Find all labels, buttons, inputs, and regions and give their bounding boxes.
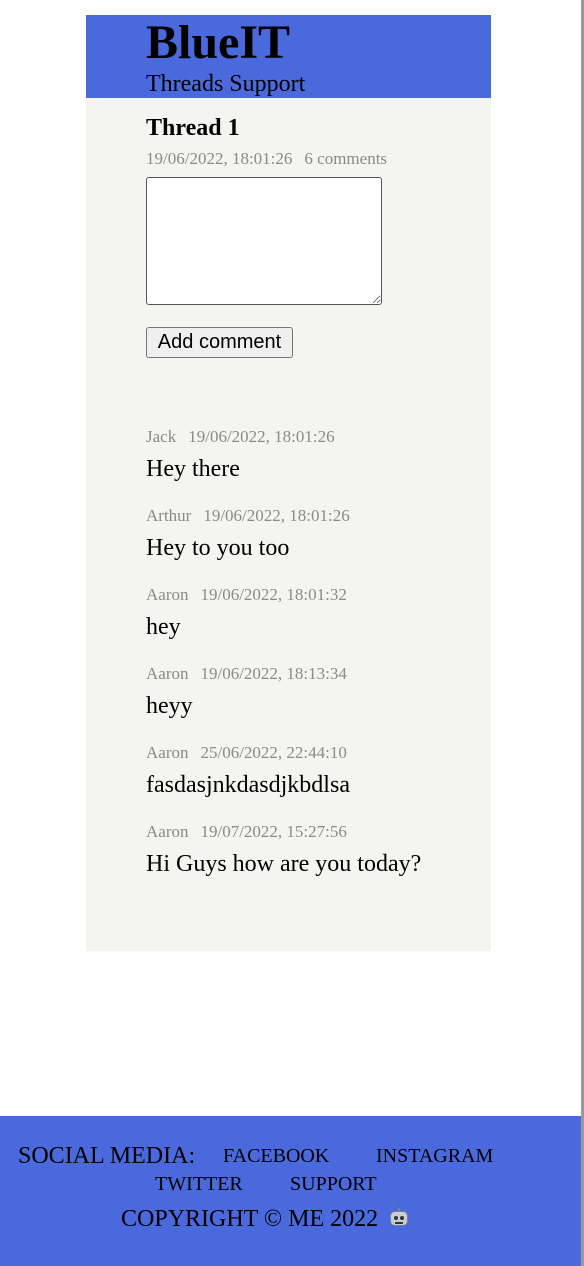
comment-meta: Aaron 19/06/2022, 18:13:34	[146, 664, 347, 684]
site-subtitle: Threads Support	[146, 71, 306, 97]
thread-comment-count: 6 comments	[304, 149, 388, 168]
comment-item: Jack 19/06/2022, 18:01:26 Hey there	[146, 427, 486, 506]
comment-text: fasdasjnkdasdjkbdlsa	[146, 772, 350, 798]
copyright-text: COPYRIGHT © ME 2022	[121, 1206, 379, 1232]
comment-item: Arthur 19/06/2022, 18:01:26 Hey to you to…	[146, 506, 486, 585]
comment-meta: Aaron 19/06/2022, 18:01:32	[146, 585, 347, 605]
comment-item: Aaron 19/07/2022, 15:27:56 Hi Guys how ar…	[146, 822, 486, 901]
comment-meta: Jack 19/06/2022, 18:01:26	[146, 427, 335, 447]
facebook-link[interactable]: FACEBOOK	[223, 1144, 329, 1168]
comment-author: Aaron	[146, 822, 189, 841]
comment-author: Arthur	[146, 506, 192, 525]
comment-item: Aaron 19/06/2022, 18:13:34 heyy	[146, 664, 486, 743]
robot-icon	[388, 1204, 410, 1228]
comment-meta: Aaron 25/06/2022, 22:44:10	[146, 743, 347, 763]
social-media-label: SOCIAL MEDIA:	[18, 1143, 196, 1169]
comment-date: 19/06/2022, 18:01:26	[188, 427, 335, 446]
site-footer: SOCIAL MEDIA: FACEBOOK INSTAGRAM TWITTER…	[0, 1116, 581, 1266]
comment-text: hey	[146, 614, 181, 640]
comment-date: 19/06/2022, 18:01:32	[200, 585, 347, 604]
comment-author: Aaron	[146, 585, 189, 604]
thread-title: Thread 1	[146, 115, 240, 141]
comment-date: 19/06/2022, 18:01:26	[203, 506, 350, 525]
comment-text: Hey to you too	[146, 535, 290, 561]
comment-author: Jack	[146, 427, 177, 446]
thread-panel: BlueIT Threads Support Thread 1 19/06/20…	[86, 15, 491, 951]
comment-text: heyy	[146, 693, 193, 719]
comment-meta: Arthur 19/06/2022, 18:01:26	[146, 506, 350, 526]
comment-text: Hi Guys how are you today?	[146, 851, 422, 877]
add-comment-button[interactable]: Add comment	[146, 327, 293, 358]
comment-author: Aaron	[146, 664, 189, 683]
comment-text: Hey there	[146, 456, 240, 482]
instagram-link[interactable]: INSTAGRAM	[376, 1144, 493, 1168]
comment-author: Aaron	[146, 743, 189, 762]
site-logo-title[interactable]: BlueIT	[146, 15, 290, 71]
comment-item: Aaron 19/06/2022, 18:01:32 hey	[146, 585, 486, 664]
comment-date: 25/06/2022, 22:44:10	[200, 743, 347, 762]
comment-meta: Aaron 19/07/2022, 15:27:56	[146, 822, 347, 842]
thread-date: 19/06/2022, 18:01:26	[146, 149, 293, 168]
comment-textarea[interactable]	[146, 177, 382, 305]
comment-list: Jack 19/06/2022, 18:01:26 Hey there Arthu…	[146, 427, 486, 901]
support-link[interactable]: SUPPORT	[290, 1172, 377, 1196]
twitter-link[interactable]: TWITTER	[155, 1172, 243, 1196]
comment-date: 19/06/2022, 18:13:34	[200, 664, 347, 683]
comment-item: Aaron 25/06/2022, 22:44:10 fasdasjnkdasdj…	[146, 743, 486, 822]
comment-date: 19/07/2022, 15:27:56	[200, 822, 347, 841]
copyright-notice: COPYRIGHT © ME 2022	[121, 1204, 410, 1233]
thread-meta: 19/06/2022, 18:01:26 6 comments	[146, 149, 387, 169]
